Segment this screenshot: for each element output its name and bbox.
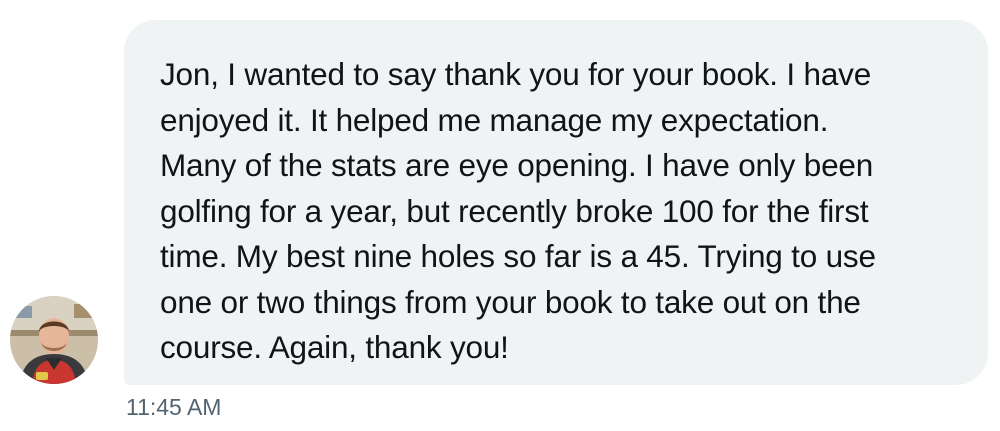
direct-message-row: Jon, I wanted to say thank you for your … (0, 0, 1000, 431)
sender-avatar[interactable] (10, 296, 98, 384)
message-bubble[interactable]: Jon, I wanted to say thank you for your … (124, 20, 988, 385)
message-line: course. Again, thank you! (160, 329, 509, 365)
avatar-photo-icon (10, 296, 98, 384)
message-text: Jon, I wanted to say thank you for your … (160, 52, 960, 371)
message-line: Jon, I wanted to say thank you for your … (160, 56, 872, 92)
message-line: Many of the stats are eye opening. I hav… (160, 147, 874, 183)
message-line: time. My best nine holes so far is a 45.… (160, 238, 876, 274)
message-line: enjoyed it. It helped me manage my expec… (160, 101, 829, 138)
message-line: golfing for a year, but recently broke 1… (160, 192, 869, 229)
message-timestamp: 11:45 AM (126, 394, 222, 420)
message-line: one or two things from your book to take… (160, 283, 861, 320)
